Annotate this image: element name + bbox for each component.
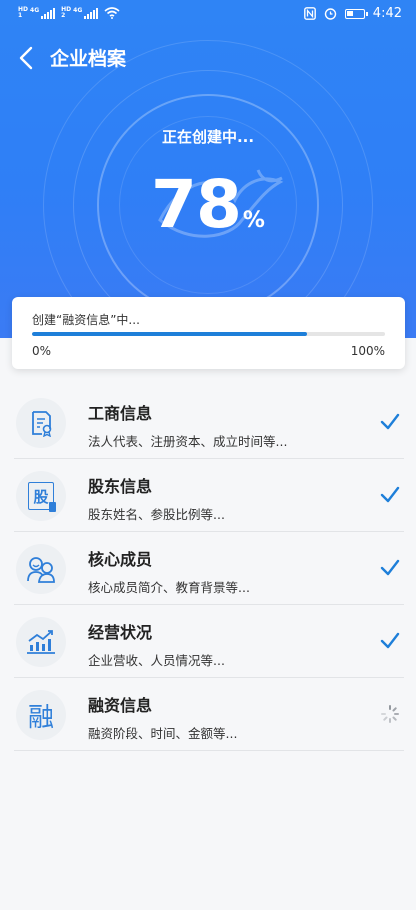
icon-circle: 融 — [16, 690, 66, 740]
sim2-signal: HD 2 4G — [61, 7, 99, 19]
item-title: 经营状况 — [88, 623, 153, 642]
percent-unit: % — [242, 208, 265, 233]
status-right: 4:42 — [303, 6, 402, 21]
progress-text: 创建“融资信息”中... — [32, 313, 140, 327]
status-bar: HD 1 4G HD 2 4G 4:42 — [0, 0, 416, 30]
item-subtitle: 法人代表、注册资本、成立时间等... — [88, 434, 288, 449]
sim2-network: 4G — [73, 7, 83, 14]
page-title: 企业档案 — [50, 48, 127, 70]
list-item-shareholder-info[interactable]: 股 股东信息 股东姓名、参股比例等... — [0, 459, 416, 532]
sim2-tag-num: 2 — [61, 12, 66, 19]
loading-spinner-icon — [381, 705, 399, 723]
wifi-icon — [104, 7, 120, 19]
shareholder-icon: 股 — [28, 482, 56, 512]
nfc-icon — [303, 7, 316, 20]
sim1-network: 4G — [30, 7, 40, 14]
icon-circle: 股 — [16, 471, 66, 521]
sim1-signal: HD 1 4G — [18, 7, 56, 19]
members-icon — [27, 557, 55, 583]
item-subtitle: 企业营收、人员情况等... — [88, 653, 225, 668]
item-subtitle: 核心成员简介、教育背景等... — [88, 580, 250, 595]
progress-max-label: 100% — [350, 344, 385, 358]
finance-icon: 融 — [27, 702, 54, 733]
icon-circle — [16, 398, 66, 448]
icon-circle — [16, 544, 66, 594]
signal-indicators: HD 1 4G HD 2 4G — [18, 7, 120, 19]
battery-icon — [344, 8, 368, 19]
progress-min-label: 0% — [32, 344, 52, 358]
item-title: 核心成员 — [88, 550, 153, 569]
check-icon — [380, 413, 400, 430]
progress-bar-fill — [32, 332, 308, 336]
list-item-operations[interactable]: 经营状况 企业营收、人员情况等... — [0, 605, 416, 678]
check-icon — [380, 559, 400, 576]
progress-bar — [32, 332, 385, 336]
sim1-tag-num: 1 — [18, 12, 23, 19]
item-subtitle: 融资阶段、时间、金额等... — [88, 726, 238, 741]
item-title: 融资信息 — [88, 696, 153, 715]
list-item-core-members[interactable]: 核心成员 核心成员简介、教育背景等... — [0, 532, 416, 605]
signal-bars-icon — [41, 8, 56, 19]
item-title: 股东信息 — [88, 477, 153, 496]
check-icon — [380, 486, 400, 503]
progress-percent: 78% — [0, 166, 416, 243]
percent-value: 78 — [151, 166, 242, 243]
item-subtitle: 股东姓名、参股比例等... — [88, 507, 225, 522]
icon-circle — [16, 617, 66, 667]
divider — [14, 750, 404, 751]
list-item-business-info[interactable]: 工商信息 法人代表、注册资本、成立时间等... — [0, 386, 416, 459]
clock-time: 4:42 — [372, 6, 402, 21]
progress-card: 创建“融资信息”中... 0% 100% — [12, 297, 405, 369]
header-hero: HD 1 4G HD 2 4G 4:42 企业档案 正在创建中... 78% — [0, 0, 416, 338]
creating-status-label: 正在创建中... — [161, 128, 255, 146]
chart-icon — [27, 630, 55, 654]
alarm-icon — [324, 8, 336, 20]
back-button[interactable] — [12, 44, 40, 72]
item-title: 工商信息 — [88, 404, 153, 423]
list-item-financing-info[interactable]: 融 融资信息 融资阶段、时间、金额等... — [0, 678, 416, 751]
check-icon — [380, 632, 400, 649]
shareholder-glyph: 股 — [33, 487, 49, 506]
signal-bars-icon — [84, 8, 99, 19]
chevron-left-icon — [19, 46, 33, 70]
license-icon — [32, 411, 52, 437]
